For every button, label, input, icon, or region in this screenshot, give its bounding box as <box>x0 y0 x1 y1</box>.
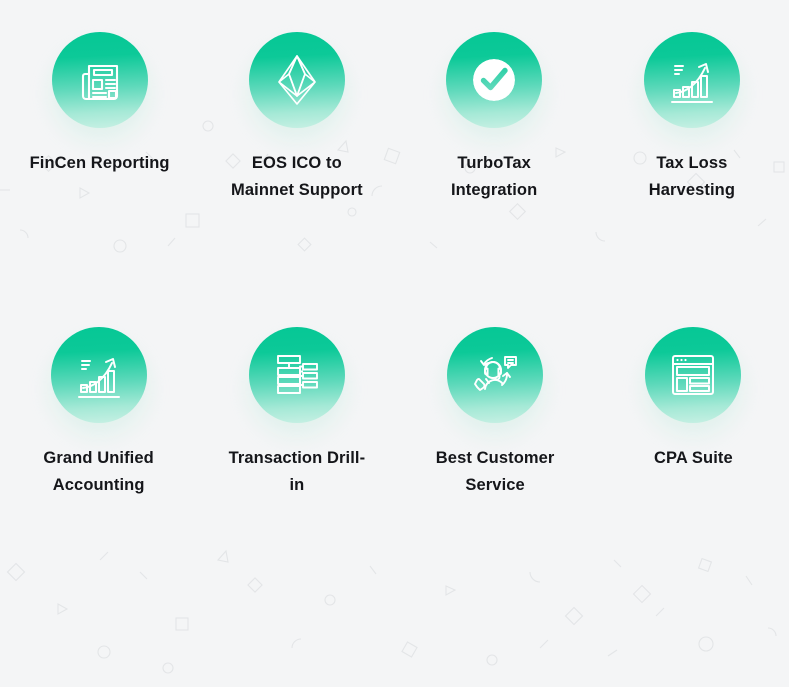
feature-label: Tax Loss Harvesting <box>648 154 736 200</box>
feature-label: Best Customer Service <box>435 449 555 495</box>
customer-support-agent-icon <box>447 327 544 423</box>
icon-shell <box>41 32 158 154</box>
feature-card-fincen-reporting[interactable]: FinCen Reporting <box>0 32 197 327</box>
icon-shell <box>40 327 157 449</box>
newspaper-report-icon <box>51 32 148 128</box>
feature-card-turbotax-integration[interactable]: TurboTax Integration <box>395 32 592 327</box>
feature-card-best-customer-service[interactable]: Best Customer Service <box>395 327 592 622</box>
feature-label: Grand Unified Accounting <box>43 449 154 495</box>
icon-shell <box>437 327 554 449</box>
dashboard-window-icon <box>645 327 742 423</box>
icon-shell <box>238 327 355 449</box>
icon-shell <box>635 327 752 449</box>
feature-card-grand-unified-accounting[interactable]: Grand Unified Accounting <box>0 327 197 622</box>
growth-bar-chart-icon <box>643 32 740 128</box>
feature-card-transaction-drill-in[interactable]: Transaction Drill-in <box>197 327 394 622</box>
feature-grid: FinCen Reporting EOS ICO to Mainnet Supp… <box>0 0 789 687</box>
icon-shell <box>436 32 553 154</box>
feature-label: TurboTax Integration <box>450 154 538 200</box>
icon-shell <box>633 32 750 154</box>
feature-label: FinCen Reporting <box>29 154 170 172</box>
hierarchy-tree-icon <box>248 327 345 423</box>
check-circle-icon <box>446 32 543 128</box>
feature-card-tax-loss-harvesting[interactable]: Tax Loss Harvesting <box>592 32 789 327</box>
eos-gem-icon <box>248 32 345 128</box>
feature-label: Transaction Drill-in <box>228 449 366 495</box>
feature-label: EOS ICO to Mainnet Support <box>231 154 363 200</box>
feature-card-eos-ico-to-mainnet-support[interactable]: EOS ICO to Mainnet Support <box>197 32 394 327</box>
feature-card-cpa-suite[interactable]: CPA Suite <box>592 327 789 622</box>
growth-bar-chart-icon <box>50 327 147 423</box>
icon-shell <box>238 32 355 154</box>
feature-label: CPA Suite <box>653 449 733 467</box>
